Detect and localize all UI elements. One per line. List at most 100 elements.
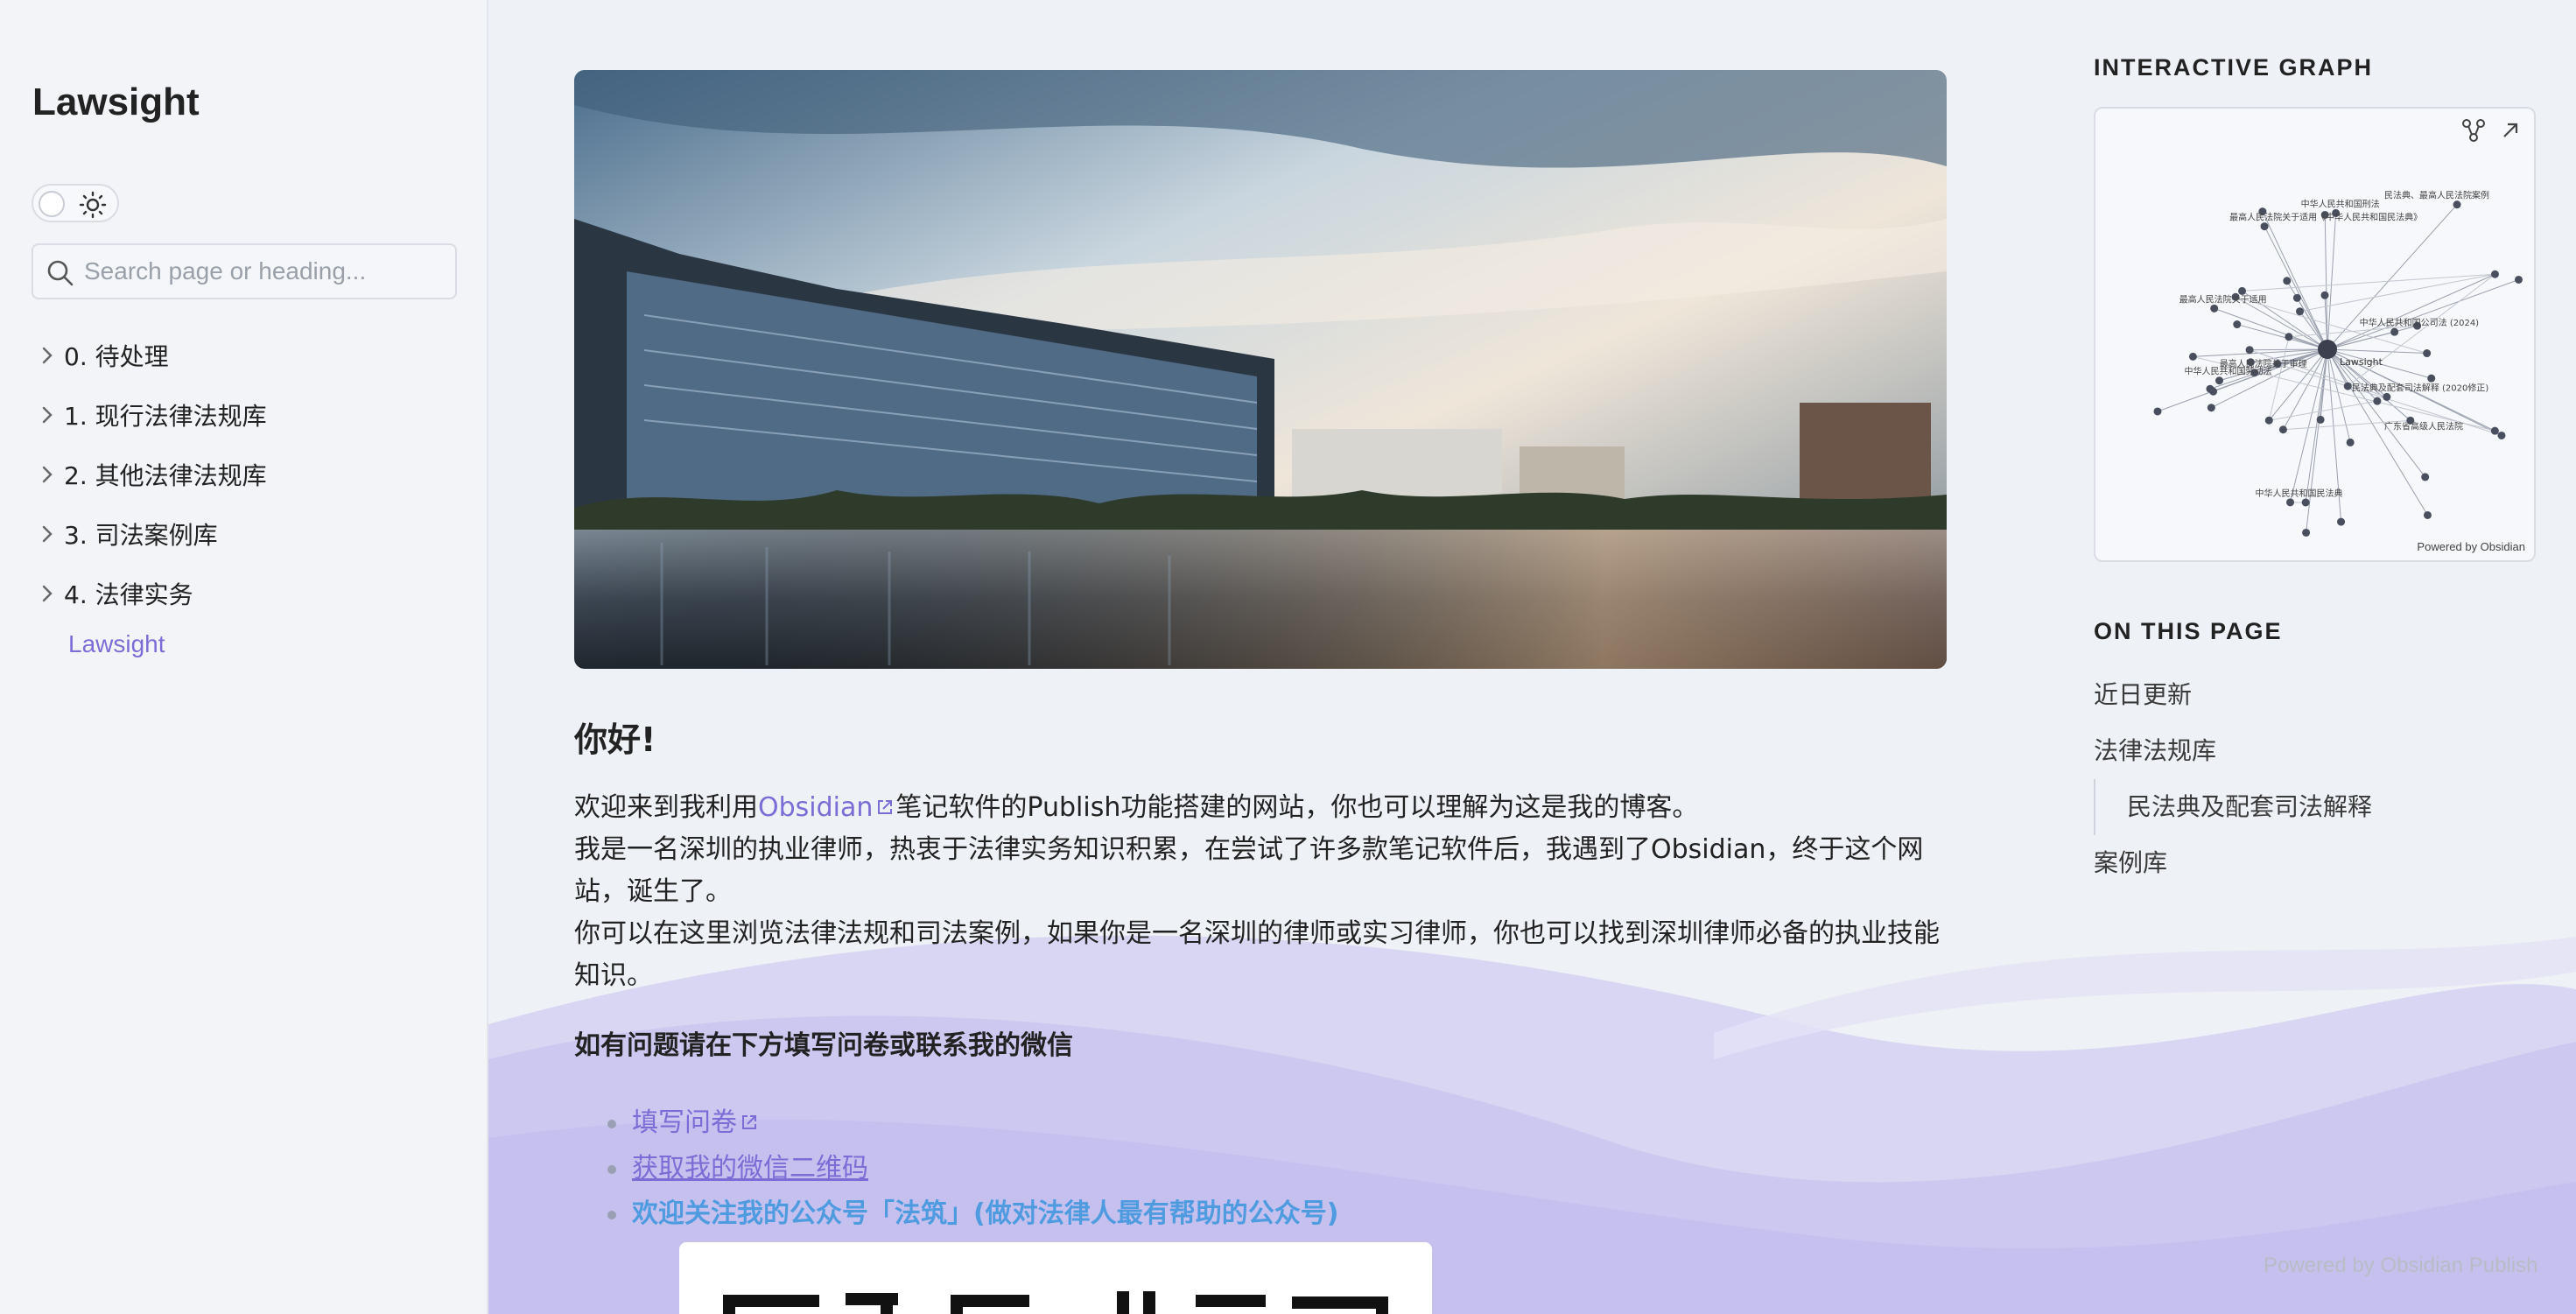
- graph-node[interactable]: [2296, 307, 2305, 316]
- chevron-right-icon: [32, 578, 63, 609]
- nav-folder-legal-practice[interactable]: 4. 法律实务: [32, 564, 460, 623]
- graph-title: INTERACTIVE GRAPH: [2094, 54, 2374, 81]
- graph-edge: [2299, 273, 2495, 313]
- search-box[interactable]: [32, 243, 457, 299]
- official-account-text: 欢迎关注我的公众号「法筑」(做对法律人最有帮助的公众号): [632, 1198, 1339, 1229]
- graph-node[interactable]: [2260, 222, 2269, 231]
- site-title[interactable]: Lawsight: [32, 81, 200, 124]
- file-tree: 0. 待处理 1. 现行法律法规库 2. 其他法律法规库 3. 司法案例库 4.…: [32, 326, 460, 658]
- nav-folder-judicial-cases[interactable]: 3. 司法案例库: [32, 504, 460, 564]
- graph-node[interactable]: [2346, 438, 2355, 446]
- graph-node[interactable]: [2320, 291, 2329, 299]
- graph-node[interactable]: [2233, 320, 2242, 329]
- graph-hub-node[interactable]: [2318, 340, 2337, 359]
- intro-line-1: 欢迎来到我利用Obsidian 笔记软件的Publish功能搭建的网站，你也可以理…: [574, 792, 1699, 823]
- obsidian-link[interactable]: Obsidian: [758, 792, 873, 823]
- graph-node[interactable]: [2490, 270, 2499, 278]
- graph-node-label: 中华人民共和国公司法 (2024): [2360, 317, 2480, 328]
- nav-folder-label: 3. 司法案例库: [64, 521, 218, 550]
- graph-node[interactable]: [2207, 404, 2215, 412]
- graph-node[interactable]: [2343, 382, 2352, 390]
- graph-node[interactable]: [2302, 528, 2311, 537]
- graph-node[interactable]: [2383, 392, 2391, 401]
- graph-node-label: 中华人民共和国劳动法: [2185, 366, 2272, 377]
- graph-node[interactable]: [2423, 510, 2432, 519]
- survey-link[interactable]: 填写问卷: [632, 1107, 737, 1138]
- nav-folder-pending[interactable]: 0. 待处理: [32, 326, 460, 385]
- graph-edge: [2211, 348, 2328, 409]
- graph-canvas: Lawsight 民法典及配套司法解释 (2020修正) 中华人民共和国民法典 最高人…: [2153, 190, 2523, 537]
- graph-powered-label: Powered by Obsidian: [2417, 540, 2525, 553]
- graph-node[interactable]: [2514, 275, 2523, 284]
- graph-node[interactable]: [2278, 425, 2287, 434]
- nav-link-lawsight[interactable]: Lawsight: [68, 630, 460, 658]
- graph-node[interactable]: [2292, 293, 2301, 302]
- hero-image: [574, 70, 1947, 669]
- graph-node[interactable]: [2264, 416, 2273, 425]
- external-link-icon: [878, 800, 893, 814]
- graph-node[interactable]: [2245, 346, 2254, 355]
- graph-node[interactable]: [2188, 352, 2197, 361]
- nav-folder-label: 0. 待处理: [64, 342, 169, 371]
- graph-node[interactable]: [2337, 517, 2346, 526]
- graph-node[interactable]: [2427, 374, 2436, 383]
- theme-toggle[interactable]: [32, 184, 119, 222]
- graph-node-label: 广东省高级人民法院: [2384, 420, 2463, 432]
- graph-node-label: 民法典、最高人民法院案例: [2384, 190, 2489, 201]
- graph-node[interactable]: [2286, 498, 2295, 507]
- graph-hub-label: Lawsight: [2340, 356, 2383, 368]
- search-icon: [47, 260, 74, 286]
- graph-node-label: 最高人民法院关于适用《中华人民共和国民法典》: [2229, 212, 2422, 223]
- left-sidebar: Lawsight 0. 待处理: [0, 0, 488, 1314]
- graph-node[interactable]: [2497, 431, 2506, 439]
- graph-node[interactable]: [2490, 426, 2499, 435]
- footer-powered[interactable]: Powered by Obsidian Publish: [2264, 1254, 2538, 1278]
- wechat-qr-link[interactable]: 获取我的微信二维码: [632, 1153, 868, 1184]
- nav-folder-label: 2. 其他法律法规库: [64, 461, 267, 490]
- graph-node[interactable]: [2285, 333, 2293, 341]
- graph-node[interactable]: [2301, 498, 2310, 507]
- graph-edge: [2286, 280, 2328, 350]
- graph-node[interactable]: [2283, 277, 2292, 285]
- graph-node[interactable]: [2423, 349, 2432, 358]
- intro-line-3: 你可以在这里浏览法律法规和司法案例，如果你是一名深圳的律师或实习律师，你也可以找…: [574, 918, 1940, 991]
- graph-node[interactable]: [2209, 387, 2218, 396]
- graph-node[interactable]: [2373, 397, 2382, 405]
- nav-folder-current-laws[interactable]: 1. 现行法律法规库: [32, 385, 460, 445]
- graph-global-icon[interactable]: [2460, 117, 2487, 144]
- expand-arrow-icon[interactable]: [2497, 117, 2523, 144]
- graph-node[interactable]: [2421, 473, 2430, 481]
- graph-node[interactable]: [2210, 304, 2219, 313]
- graph-node[interactable]: [2215, 376, 2224, 385]
- main-content: 你好! 欢迎来到我利用Obsidian 笔记软件的Publish功能搭建的网站，你…: [574, 70, 1947, 1314]
- greeting-heading: 你好!: [574, 720, 656, 759]
- toc-item-cases[interactable]: 案例库: [2094, 844, 2536, 900]
- graph-node-label: 中华人民共和国民法典: [2256, 488, 2343, 499]
- table-of-contents: 近日更新 法律法规库 民法典及配套司法解释 案例库: [2094, 676, 2536, 900]
- graph-edge: [2242, 273, 2495, 292]
- graph-node[interactable]: [2390, 327, 2399, 336]
- chevron-right-icon: [32, 340, 63, 371]
- external-link-icon: [742, 1115, 756, 1129]
- graph-node[interactable]: [2453, 200, 2461, 209]
- toc-item-civil-code[interactable]: 民法典及配套司法解释: [2094, 779, 2536, 835]
- chevron-right-icon: [32, 399, 63, 431]
- graph-node[interactable]: [2316, 415, 2325, 424]
- graph-controls: [2460, 117, 2523, 144]
- graph-edge: [2262, 211, 2328, 350]
- search-input[interactable]: [84, 254, 443, 289]
- interactive-graph[interactable]: Lawsight 民法典及配套司法解释 (2020修正) 中华人民共和国民法典 最高人…: [2094, 107, 2536, 562]
- intro-paragraphs: 欢迎来到我利用Obsidian 笔记软件的Publish功能搭建的网站，你也可以理…: [574, 787, 1947, 997]
- list-item: 获取我的微信二维码: [607, 1146, 1947, 1191]
- graph-node[interactable]: [2238, 286, 2247, 295]
- graph-node-label: 民法典及配套司法解释 (2020修正): [2352, 382, 2489, 393]
- toc-item-recent[interactable]: 近日更新: [2094, 676, 2536, 732]
- graph-edge: [2327, 213, 2337, 350]
- graph-edge: [2327, 348, 2427, 355]
- nav-folder-other-laws[interactable]: 2. 其他法律法规库: [32, 445, 460, 504]
- intro-line-2: 我是一名深圳的执业律师，热衷于法律实务知识积累，在尝试了许多款笔记软件后，我遇到…: [574, 834, 1924, 907]
- contact-links: 填写问卷 获取我的微信二维码 欢迎关注我的公众号「法筑」(做对法律人最有帮助的公…: [607, 1100, 1947, 1237]
- graph-node[interactable]: [2153, 407, 2162, 416]
- chevron-right-icon: [32, 459, 63, 490]
- toggle-knob: [39, 191, 65, 217]
